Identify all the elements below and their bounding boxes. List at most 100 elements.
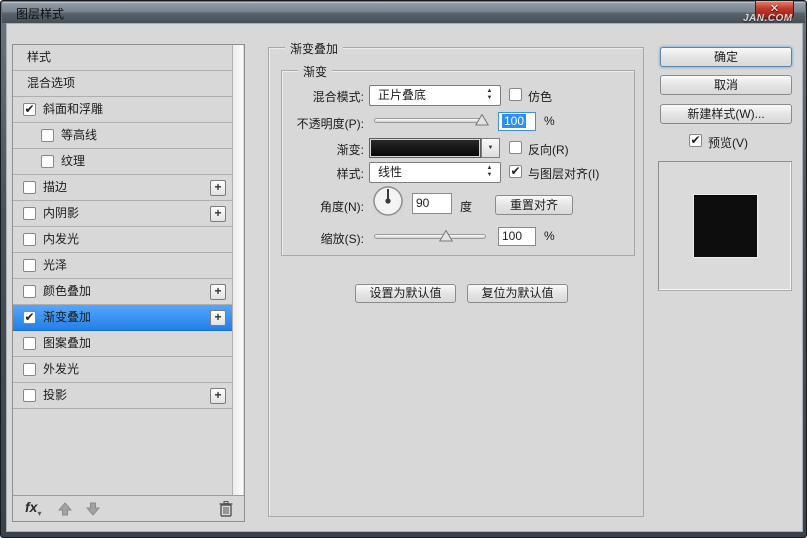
dialog-body: 样式 混合选项 ✔ 斜面和浮雕 等高线 纹理 描边 + 内阴影 + 内发光 光泽… xyxy=(6,23,803,532)
reset-default-button[interactable]: 复位为默认值 xyxy=(467,284,568,303)
angle-dial[interactable] xyxy=(372,185,404,220)
style-checkbox[interactable] xyxy=(41,155,54,168)
preview-label: 预览(V) xyxy=(708,136,748,150)
ok-button[interactable]: 确定 xyxy=(660,47,792,67)
preview-panel xyxy=(658,161,792,291)
up-arrow-icon xyxy=(57,502,73,516)
style-list-item-2[interactable]: ✔ 斜面和浮雕 xyxy=(13,97,232,123)
style-list-item-0[interactable]: 样式 xyxy=(13,45,232,71)
style-item-label: 内阴影 xyxy=(43,206,80,220)
move-down-button[interactable] xyxy=(85,501,101,517)
delete-style-button[interactable] xyxy=(218,500,234,517)
add-effect-button[interactable]: + xyxy=(210,388,226,404)
stepper-icon: ▲ ▼ xyxy=(486,165,493,178)
angle-input[interactable]: 90 xyxy=(412,193,452,214)
page-title: 图层样式 xyxy=(16,7,65,21)
style-checkbox[interactable] xyxy=(23,233,36,246)
style-list-item-7[interactable]: 内发光 xyxy=(13,227,232,253)
reset-align-button[interactable]: 重置对齐 xyxy=(495,195,573,215)
style-label: 样式: xyxy=(336,167,364,181)
style-item-label: 内发光 xyxy=(43,232,80,246)
stepper-icon: ▲ ▼ xyxy=(486,88,493,101)
panel-title: 渐变叠加 xyxy=(285,40,344,57)
style-value: 线性 xyxy=(378,165,403,179)
angle-unit: 度 xyxy=(460,200,473,214)
style-checkbox[interactable] xyxy=(23,363,36,376)
style-list-scrollbar[interactable] xyxy=(232,45,243,495)
style-item-label: 样式 xyxy=(27,50,52,64)
style-list-item-11[interactable]: 图案叠加 xyxy=(13,331,232,357)
style-checkbox[interactable] xyxy=(41,129,54,142)
style-list-item-13[interactable]: 投影 + xyxy=(13,383,232,409)
angle-label: 角度(N): xyxy=(320,200,364,214)
style-list-item-1[interactable]: 混合选项 xyxy=(13,71,232,97)
style-list-item-3[interactable]: 等高线 xyxy=(13,123,232,149)
align-layer-checkbox[interactable]: ✔ xyxy=(509,165,522,178)
scale-input[interactable]: 100 xyxy=(498,227,536,246)
style-list-item-9[interactable]: 颜色叠加 + xyxy=(13,279,232,305)
angle-dial-icon xyxy=(373,186,403,216)
style-checkbox[interactable] xyxy=(23,181,36,194)
style-item-label: 图案叠加 xyxy=(43,336,92,350)
style-list-item-12[interactable]: 外发光 xyxy=(13,357,232,383)
style-select[interactable]: 线性 ▲ ▼ xyxy=(369,162,501,183)
style-item-label: 外发光 xyxy=(43,362,80,376)
preview-checkbox[interactable]: ✔ xyxy=(689,134,702,147)
style-list-panel: 样式 混合选项 ✔ 斜面和浮雕 等高线 纹理 描边 + 内阴影 + 内发光 光泽… xyxy=(12,44,245,522)
new-style-button[interactable]: 新建样式(W)... xyxy=(660,104,792,124)
gradient-swatch[interactable] xyxy=(369,138,481,158)
style-list-item-5[interactable]: 描边 + xyxy=(13,175,232,201)
style-list-item-8[interactable]: 光泽 xyxy=(13,253,232,279)
style-checkbox[interactable] xyxy=(23,259,36,272)
opacity-label: 不透明度(P): xyxy=(296,117,364,131)
opacity-input[interactable]: 100 xyxy=(498,112,536,131)
style-checkbox[interactable] xyxy=(23,285,36,298)
style-list-item-6[interactable]: 内阴影 + xyxy=(13,201,232,227)
style-checkbox[interactable]: ✔ xyxy=(23,103,36,116)
style-list-item-10[interactable]: ✔ 渐变叠加 + xyxy=(13,305,232,331)
cancel-button[interactable]: 取消 xyxy=(660,75,792,95)
close-icon: ✕ xyxy=(769,3,780,15)
fx-menu-button[interactable]: fx▾ xyxy=(25,499,41,518)
scale-unit: % xyxy=(544,229,555,243)
style-item-label: 斜面和浮雕 xyxy=(43,102,104,116)
set-default-button[interactable]: 设置为默认值 xyxy=(355,284,456,303)
preview-thumbnail xyxy=(694,195,757,257)
align-layer-label: 与图层对齐(I) xyxy=(528,167,600,181)
style-list: 样式 混合选项 ✔ 斜面和浮雕 等高线 纹理 描边 + 内阴影 + 内发光 光泽… xyxy=(13,45,232,495)
style-list-item-4[interactable]: 纹理 xyxy=(13,149,232,175)
add-effect-button[interactable]: + xyxy=(210,310,226,326)
add-effect-button[interactable]: + xyxy=(210,206,226,222)
blend-mode-select[interactable]: 正片叠底 ▲ ▼ xyxy=(369,85,501,106)
gradient-overlay-panel: 渐变叠加 渐变 混合模式: 正片叠底 ▲▼ 仿色 不透明度(P): 100 % xyxy=(268,40,644,517)
opacity-slider-thumb[interactable] xyxy=(474,113,490,126)
reverse-checkbox[interactable] xyxy=(509,141,522,154)
style-list-footer: fx▾ xyxy=(13,495,244,521)
add-effect-button[interactable]: + xyxy=(210,180,226,196)
opacity-slider[interactable] xyxy=(374,118,486,123)
style-item-label: 渐变叠加 xyxy=(43,310,92,324)
style-item-label: 光泽 xyxy=(43,258,68,272)
opacity-unit: % xyxy=(544,114,555,128)
scale-slider[interactable] xyxy=(374,234,486,239)
close-button[interactable]: ✕ xyxy=(755,1,794,19)
gradient-group: 渐变 混合模式: 正片叠底 ▲ ▼ 仿色 不透明度(P): 100 % 渐变: … xyxy=(281,63,635,256)
reverse-label: 反向(R) xyxy=(528,143,569,157)
style-checkbox[interactable] xyxy=(23,337,36,350)
gradient-picker-button[interactable]: ▼ xyxy=(481,138,500,158)
dropdown-arrow-icon: ▼ xyxy=(487,145,494,151)
move-up-button[interactable] xyxy=(57,501,73,517)
style-item-label: 颜色叠加 xyxy=(43,284,92,298)
title-bar[interactable]: 图层样式 xyxy=(2,2,805,23)
group-title: 渐变 xyxy=(298,63,333,80)
style-checkbox[interactable] xyxy=(23,207,36,220)
style-checkbox[interactable] xyxy=(23,389,36,402)
fx-caret-icon: ▾ xyxy=(37,509,42,518)
dither-label: 仿色 xyxy=(528,90,553,104)
scale-label: 缩放(S): xyxy=(320,232,364,246)
add-effect-button[interactable]: + xyxy=(210,284,226,300)
window: 图层样式 ✕ JAN.COM 样式 混合选项 ✔ 斜面和浮雕 等高线 纹理 描边… xyxy=(0,0,807,538)
scale-slider-thumb[interactable] xyxy=(438,229,454,242)
style-checkbox[interactable]: ✔ xyxy=(23,311,36,324)
dither-checkbox[interactable] xyxy=(509,88,522,101)
